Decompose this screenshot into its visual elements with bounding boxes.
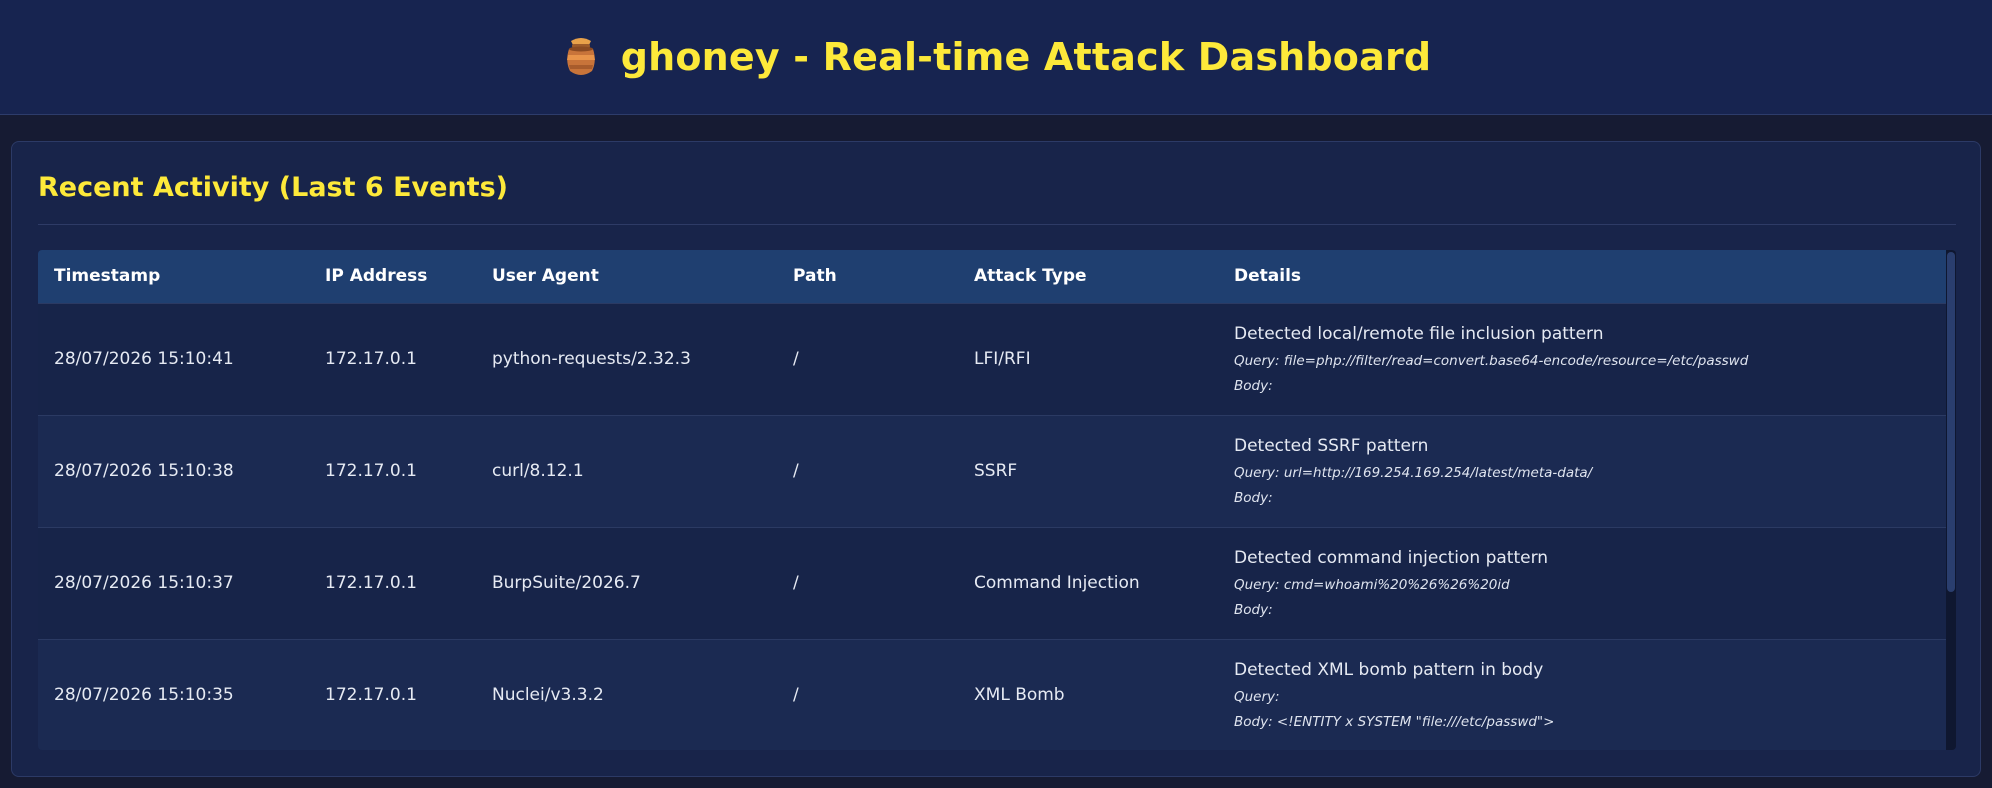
- cell-path: /: [793, 685, 799, 706]
- column-header-attack-type: Attack Type: [974, 266, 1087, 287]
- page-title: ghoney - Real-time Attack Dashboard: [561, 35, 1432, 79]
- detail-body: Body:: [1234, 602, 1273, 618]
- column-header-timestamp: Timestamp: [54, 266, 161, 287]
- cell-timestamp: 28/07/2026 15:10:35: [54, 685, 234, 706]
- column-header-details: Details: [1234, 266, 1302, 287]
- cell-timestamp: 28/07/2026 15:10:41: [54, 349, 234, 369]
- detail-query: Query: file=php://filter/read=convert.ba…: [1234, 353, 1749, 369]
- cell-attack-type: LFI/RFI: [974, 349, 1031, 369]
- app-header: ghoney - Real-time Attack Dashboard: [0, 0, 1992, 115]
- cell-path: /: [793, 461, 799, 481]
- scrollbar-thumb[interactable]: [1947, 252, 1955, 592]
- table-scrollbar[interactable]: [1946, 250, 1956, 750]
- cell-user-agent: python-requests/2.32.3: [492, 349, 691, 369]
- table-row: 28/07/2026 15:10:41 172.17.0.1 python-re…: [38, 303, 1954, 415]
- cell-attack-type: Command Injection: [974, 573, 1140, 593]
- cell-timestamp: 28/07/2026 15:10:38: [54, 461, 234, 481]
- cell-path: /: [793, 349, 799, 369]
- column-header-path: Path: [793, 266, 837, 287]
- column-header-ip-address: IP Address: [325, 266, 428, 287]
- honey-pot-icon: [566, 38, 595, 75]
- cell-details: Detected XML bomb pattern in body Query:…: [1218, 639, 1954, 750]
- detail-description: Detected command injection pattern: [1234, 548, 1549, 568]
- cell-ip-address: 172.17.0.1: [325, 461, 417, 481]
- detail-query: Query:: [1234, 689, 1280, 706]
- table-row: 28/07/2026 15:10:35 172.17.0.1 Nuclei/v3…: [38, 639, 1954, 750]
- table-row: 28/07/2026 15:10:37 172.17.0.1 BurpSuite…: [38, 527, 1954, 639]
- cell-path: /: [793, 573, 799, 593]
- recent-activity-panel: Recent Activity (Last 6 Events) Timestam…: [11, 141, 1981, 777]
- cell-details: Detected SSRF pattern Query: url=http://…: [1218, 415, 1954, 527]
- detail-description: Detected SSRF pattern: [1234, 436, 1429, 456]
- detail-query: Query: cmd=whoami%20%26%26%20id: [1234, 577, 1510, 593]
- cell-timestamp: 28/07/2026 15:10:37: [54, 573, 234, 593]
- page-title-text: ghoney - Real-time Attack Dashboard: [620, 35, 1432, 79]
- column-header-user-agent: User Agent: [492, 266, 599, 287]
- cell-ip-address: 172.17.0.1: [325, 349, 417, 369]
- detail-description: Detected XML bomb pattern in body: [1234, 660, 1544, 681]
- activity-table-container[interactable]: Timestamp IP Address User Agent Path Att…: [38, 250, 1956, 750]
- cell-attack-type: SSRF: [974, 461, 1018, 481]
- cell-user-agent: BurpSuite/2026.7: [492, 573, 641, 593]
- panel-title: Recent Activity (Last 6 Events): [38, 172, 508, 203]
- cell-ip-address: 172.17.0.1: [325, 685, 417, 706]
- panel-divider: [38, 224, 1956, 225]
- detail-description: Detected local/remote file inclusion pat…: [1234, 324, 1604, 344]
- detail-body: Body:: [1234, 378, 1273, 394]
- cell-user-agent: curl/8.12.1: [492, 461, 584, 481]
- table-header-row: Timestamp IP Address User Agent Path Att…: [38, 250, 1954, 303]
- detail-body: Body:: [1234, 490, 1273, 506]
- cell-user-agent: Nuclei/v3.3.2: [492, 685, 604, 706]
- table-row: 28/07/2026 15:10:38 172.17.0.1 curl/8.12…: [38, 415, 1954, 527]
- detail-body: Body: <!ENTITY x SYSTEM "file:///etc/pas…: [1234, 714, 1555, 731]
- cell-attack-type: XML Bomb: [974, 685, 1065, 706]
- activity-table: Timestamp IP Address User Agent Path Att…: [38, 250, 1954, 750]
- cell-details: Detected command injection pattern Query…: [1218, 527, 1954, 639]
- cell-details: Detected local/remote file inclusion pat…: [1218, 303, 1954, 415]
- detail-query: Query: url=http://169.254.169.254/latest…: [1234, 465, 1593, 481]
- cell-ip-address: 172.17.0.1: [325, 573, 417, 593]
